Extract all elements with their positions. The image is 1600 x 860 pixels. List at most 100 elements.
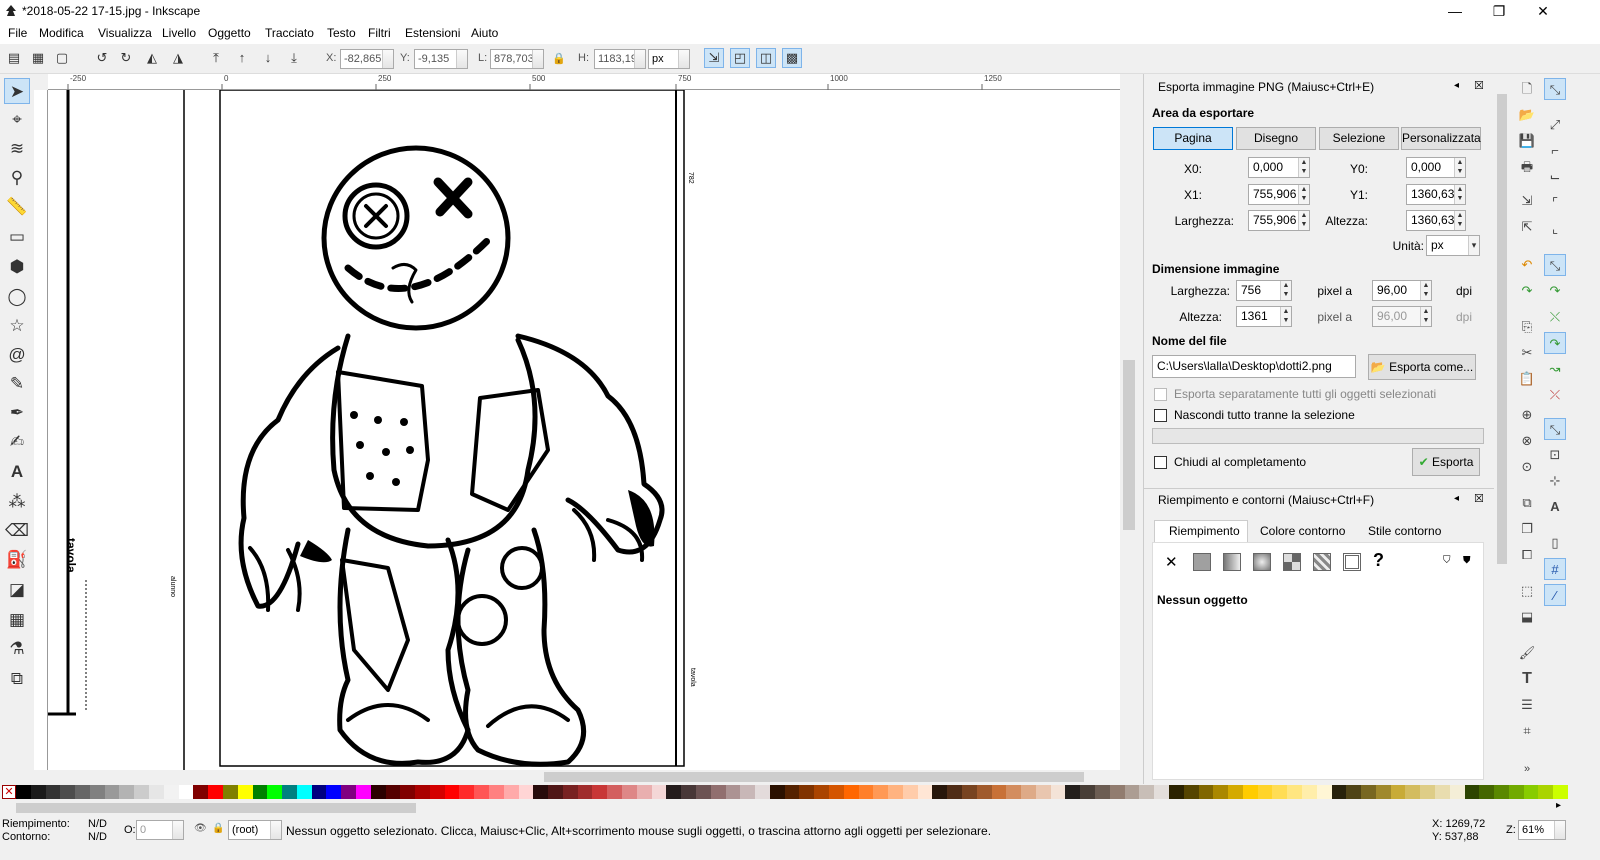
color-swatch[interactable] <box>222 785 238 799</box>
rotate-cw-icon[interactable]: ↻ <box>116 48 136 68</box>
menu-testo[interactable]: Testo <box>327 26 356 40</box>
color-swatch[interactable] <box>1390 785 1406 799</box>
color-swatch[interactable] <box>592 785 608 799</box>
open-icon[interactable]: 📂 <box>1516 104 1538 126</box>
snap-path-icon[interactable]: ↷ <box>1544 280 1566 302</box>
color-swatch[interactable] <box>710 785 726 799</box>
tab-stroke-style[interactable]: Stile contorno <box>1354 520 1448 542</box>
swatch-icon[interactable] <box>1343 553 1361 571</box>
color-swatch[interactable] <box>444 785 460 799</box>
select-all-layers-icon[interactable]: ▦ <box>28 48 48 68</box>
spray-tool-icon[interactable]: ⁂ <box>4 489 30 515</box>
color-swatch[interactable] <box>932 785 948 799</box>
color-swatch[interactable] <box>902 785 918 799</box>
color-swatch[interactable] <box>1006 785 1022 799</box>
snap-bbox-corner-icon[interactable]: ⌙ <box>1544 166 1566 188</box>
color-swatch[interactable] <box>784 785 800 799</box>
color-swatch[interactable] <box>1198 785 1214 799</box>
connector-tool-icon[interactable]: ⧉ <box>4 666 30 692</box>
export-separately-checkbox[interactable] <box>1154 388 1167 401</box>
color-swatch[interactable] <box>1139 785 1155 799</box>
color-swatch[interactable] <box>1228 785 1243 799</box>
color-swatch[interactable] <box>1464 785 1480 799</box>
spinner-icon[interactable]: ▲ ▼ <box>1420 281 1431 300</box>
dropper-tool-icon[interactable]: ⚗ <box>4 636 30 662</box>
scale-corners-icon[interactable]: ◰ <box>730 48 750 68</box>
color-swatch[interactable] <box>134 785 150 799</box>
color-swatch[interactable] <box>503 785 519 799</box>
ellipse-tool-icon[interactable]: ◯ <box>4 284 30 310</box>
undo-icon[interactable]: ↶ <box>1516 254 1538 276</box>
color-swatch[interactable] <box>799 785 815 799</box>
no-color-swatch-icon[interactable]: ✕ <box>2 785 16 799</box>
close-panel-icon[interactable]: ☒ <box>1474 79 1484 92</box>
color-swatch[interactable] <box>267 785 283 799</box>
evenodd-rule-icon[interactable]: ⛉ <box>1443 555 1451 566</box>
pattern-icon[interactable] <box>1313 553 1331 571</box>
color-swatch[interactable] <box>1035 785 1051 799</box>
color-swatch[interactable] <box>252 785 268 799</box>
lower-to-bottom-icon[interactable]: ⤓ <box>284 48 304 68</box>
color-swatch[interactable] <box>976 785 992 799</box>
color-swatch[interactable] <box>666 785 682 799</box>
palette-menu-icon[interactable]: ▸ <box>1556 800 1561 811</box>
mesh-tool-icon[interactable]: ▦ <box>4 607 30 633</box>
color-swatch[interactable] <box>1449 785 1465 799</box>
new-document-icon[interactable]: 🗋 <box>1516 78 1538 100</box>
horizontal-scroll-thumb[interactable] <box>544 772 1084 782</box>
menu-visualizza[interactable]: Visualizza <box>98 26 152 40</box>
nonzero-rule-icon[interactable]: ⛊ <box>1463 555 1471 566</box>
layer-select[interactable]: (root) <box>228 820 282 840</box>
color-swatch[interactable] <box>1316 785 1332 799</box>
xml-editor-icon[interactable]: ⌗ <box>1516 720 1538 742</box>
y1-input[interactable]: 1360,630 ▲ ▼ <box>1406 184 1466 205</box>
eye-icon[interactable]: 👁 <box>194 823 207 834</box>
menu-estensioni[interactable]: Estensioni <box>405 26 460 40</box>
raise-to-top-icon[interactable]: ⤒ <box>206 48 226 68</box>
spinner-icon[interactable]: ▲ ▼ <box>1280 281 1291 300</box>
export-width-input[interactable]: 755,906 ▲ ▼ <box>1248 210 1310 231</box>
height-input[interactable]: 1183,19 <box>594 49 646 69</box>
lock-icon[interactable]: 🔒 <box>552 52 566 65</box>
snap-rotation-center-icon[interactable]: ⊹ <box>1544 470 1566 492</box>
snap-others-icon[interactable]: ⤡ <box>1544 418 1566 440</box>
linear-gradient-icon[interactable] <box>1223 553 1241 571</box>
color-swatch[interactable] <box>474 785 489 799</box>
hide-all-checkbox[interactable] <box>1154 409 1167 422</box>
color-swatch[interactable] <box>1124 785 1140 799</box>
color-swatch[interactable] <box>75 785 90 799</box>
color-swatch[interactable] <box>1242 785 1258 799</box>
more-commands-icon[interactable]: » <box>1516 758 1538 780</box>
color-swatch[interactable] <box>178 785 194 799</box>
color-swatch[interactable] <box>991 785 1007 799</box>
snap-object-center-icon[interactable]: ⊡ <box>1544 444 1566 466</box>
horizontal-ruler[interactable]: -250 0 250 500 750 1000 1250 <box>48 74 1120 90</box>
tab-fill[interactable]: Riempimento <box>1154 520 1248 542</box>
spinner-icon[interactable]: ▲ ▼ <box>1454 185 1465 204</box>
paste-icon[interactable]: 📋 <box>1516 368 1538 390</box>
color-swatch[interactable] <box>947 785 962 799</box>
zoom-input[interactable]: 61% <box>1518 820 1566 840</box>
img-height-input[interactable]: 1361 ▲ ▼ <box>1236 306 1292 327</box>
color-swatch[interactable] <box>695 785 711 799</box>
color-swatch[interactable] <box>577 785 593 799</box>
color-swatch[interactable] <box>489 785 504 799</box>
vertical-ruler[interactable] <box>34 90 48 770</box>
color-swatch[interactable] <box>622 785 637 799</box>
color-swatch[interactable] <box>1361 785 1376 799</box>
select-all-icon[interactable]: ▤ <box>4 48 24 68</box>
flip-vertical-icon[interactable]: ◮ <box>168 48 188 68</box>
snap-smooth-nodes-icon[interactable]: ↝ <box>1544 358 1566 380</box>
x-input[interactable]: -82,865 <box>340 49 394 69</box>
width-input[interactable]: 878,703 <box>490 49 544 69</box>
tweak-tool-icon[interactable]: ≋ <box>4 136 30 162</box>
color-swatch[interactable] <box>1109 785 1125 799</box>
color-swatch[interactable] <box>548 785 563 799</box>
pen-tool-icon[interactable]: ✒ <box>4 400 30 426</box>
spiral-tool-icon[interactable]: @ <box>4 342 30 368</box>
snap-line-midpoint-icon[interactable]: ⤫ <box>1544 384 1566 406</box>
mesh-gradient-icon[interactable] <box>1283 553 1301 571</box>
print-icon[interactable]: 🖶 <box>1516 156 1538 178</box>
export-as-button[interactable]: 📂 Esporta come... <box>1368 354 1476 380</box>
snap-bbox-edge-icon[interactable]: ⌐ <box>1544 140 1566 162</box>
